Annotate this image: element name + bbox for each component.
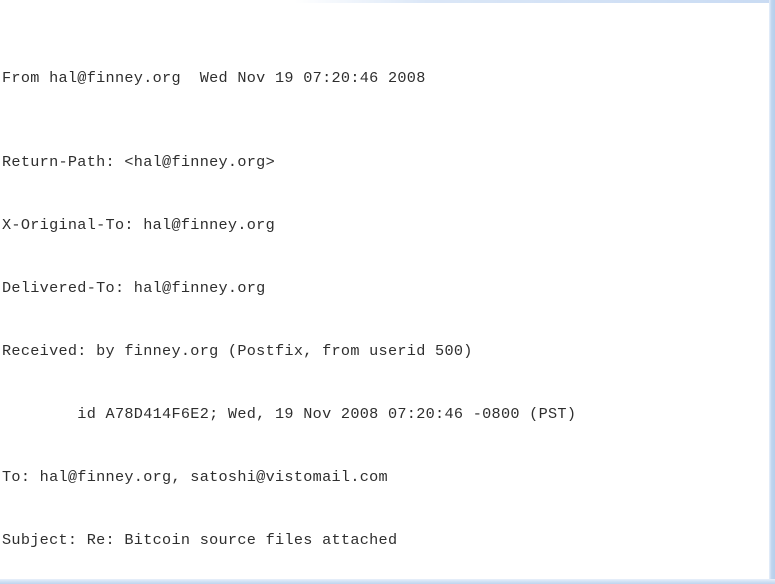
header-received: Received: by finney.org (Postfix, from u… (2, 342, 473, 360)
header-subject: Subject: Re: Bitcoin source files attach… (2, 531, 398, 549)
mbox-from-line: From hal@finney.org Wed Nov 19 07:20:46 … (2, 69, 426, 87)
header-return-path: Return-Path: <hal@finney.org> (2, 153, 276, 171)
header-delivered-to: Delivered-To: hal@finney.org (2, 279, 266, 297)
message-content-area[interactable]: From hal@finney.org Wed Nov 19 07:20:46 … (0, 3, 769, 579)
window-bottom-edge (0, 579, 775, 584)
header-x-original-to: X-Original-To: hal@finney.org (2, 216, 276, 234)
raw-email-text[interactable]: From hal@finney.org Wed Nov 19 07:20:46 … (0, 3, 769, 579)
header-received-continuation: id A78D414F6E2; Wed, 19 Nov 2008 07:20:4… (2, 405, 577, 423)
window-right-edge-scrollbar-track[interactable] (769, 0, 775, 584)
email-viewer-window: From hal@finney.org Wed Nov 19 07:20:46 … (0, 0, 775, 584)
header-to: To: hal@finney.org, satoshi@vistomail.co… (2, 468, 388, 486)
